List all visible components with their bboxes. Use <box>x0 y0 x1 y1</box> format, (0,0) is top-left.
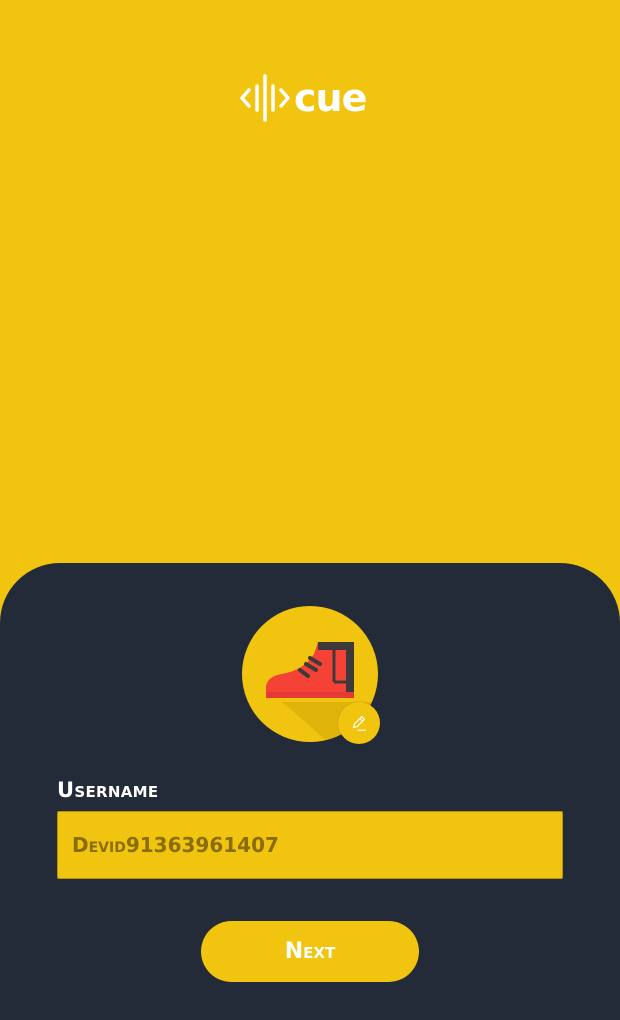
brand-name: cue <box>294 76 367 120</box>
pencil-icon <box>353 716 366 731</box>
edit-avatar-button[interactable] <box>338 702 380 744</box>
soundwave-brackets-icon <box>240 74 290 122</box>
cue-logo: cue <box>240 74 380 122</box>
username-label: Username <box>57 778 159 802</box>
username-input[interactable] <box>57 811 563 879</box>
onboarding-screen: cue Username Next <box>0 0 620 1020</box>
next-button[interactable]: Next <box>201 921 419 982</box>
